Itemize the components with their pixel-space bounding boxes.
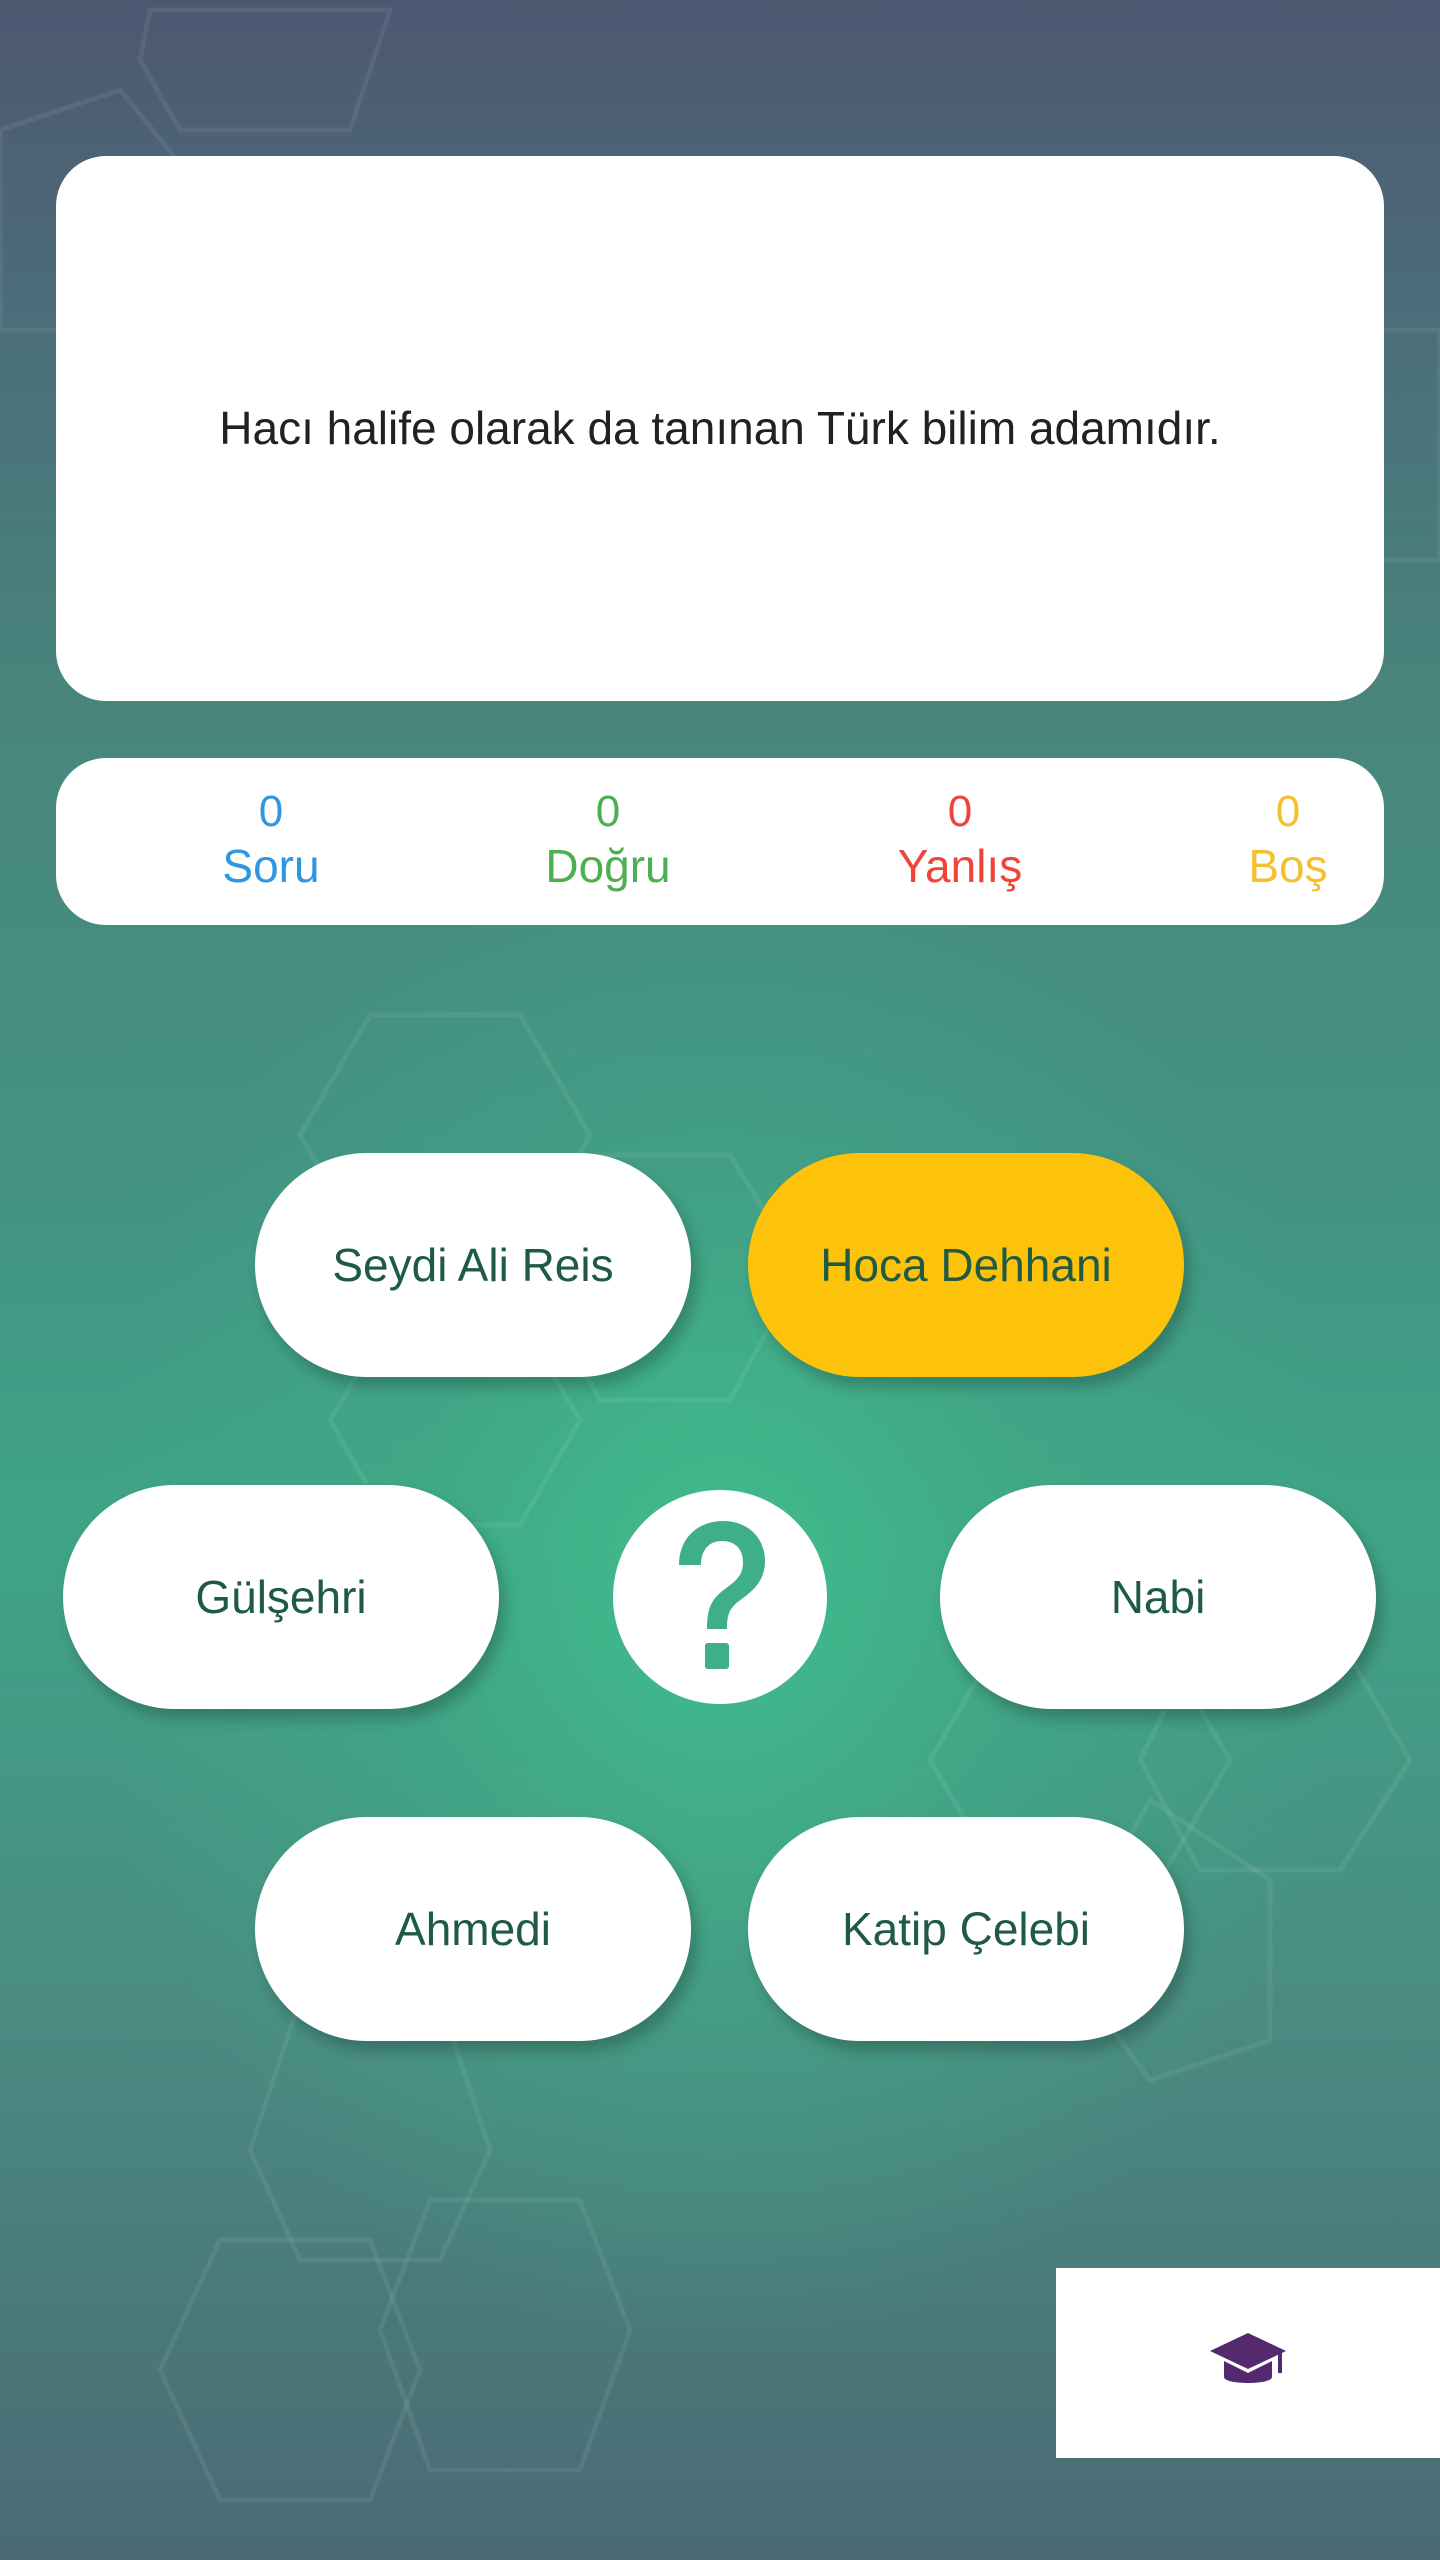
question-card: Hacı halife olarak da tanınan Türk bilim… <box>56 156 1384 701</box>
question-mark-icon <box>679 1521 765 1669</box>
stat-empty-value: 0 <box>1275 787 1301 836</box>
answer-option-3[interactable]: Gülşehri <box>63 1485 499 1709</box>
question-text: Hacı halife olarak da tanınan Türk bilim… <box>219 401 1221 454</box>
answer-option-1[interactable]: Seydi Ali Reis <box>255 1153 691 1377</box>
help-button[interactable] <box>613 1490 827 1704</box>
stat-question-count-label: Soru <box>222 840 320 892</box>
stat-wrong-value: 0 <box>947 787 973 836</box>
stat-wrong: 0 Yanlış <box>898 786 1022 894</box>
graduation-cap-icon <box>1210 2333 1286 2383</box>
stat-question-count: 0 Soru <box>222 786 319 894</box>
stat-empty-label: Boş <box>1248 840 1328 892</box>
answer-option-6[interactable]: Katip Çelebi <box>748 1817 1184 2041</box>
answer-option-5[interactable]: Ahmedi <box>255 1817 691 2041</box>
score-panel: 0 Soru 0 Doğru 0 Yanlış 0 Boş <box>56 758 1384 925</box>
answer-option-2-selected[interactable]: Hoca Dehhani <box>748 1153 1184 1377</box>
stat-question-count-value: 0 <box>258 787 284 836</box>
stat-empty: 0 Boş <box>1248 786 1327 894</box>
stat-correct-value: 0 <box>595 787 621 836</box>
stat-wrong-label: Yanlış <box>897 840 1023 892</box>
stat-correct: 0 Doğru <box>545 786 670 894</box>
stat-correct-label: Doğru <box>545 840 671 892</box>
graduation-button[interactable] <box>1056 2268 1440 2458</box>
answer-option-4[interactable]: Nabi <box>940 1485 1376 1709</box>
